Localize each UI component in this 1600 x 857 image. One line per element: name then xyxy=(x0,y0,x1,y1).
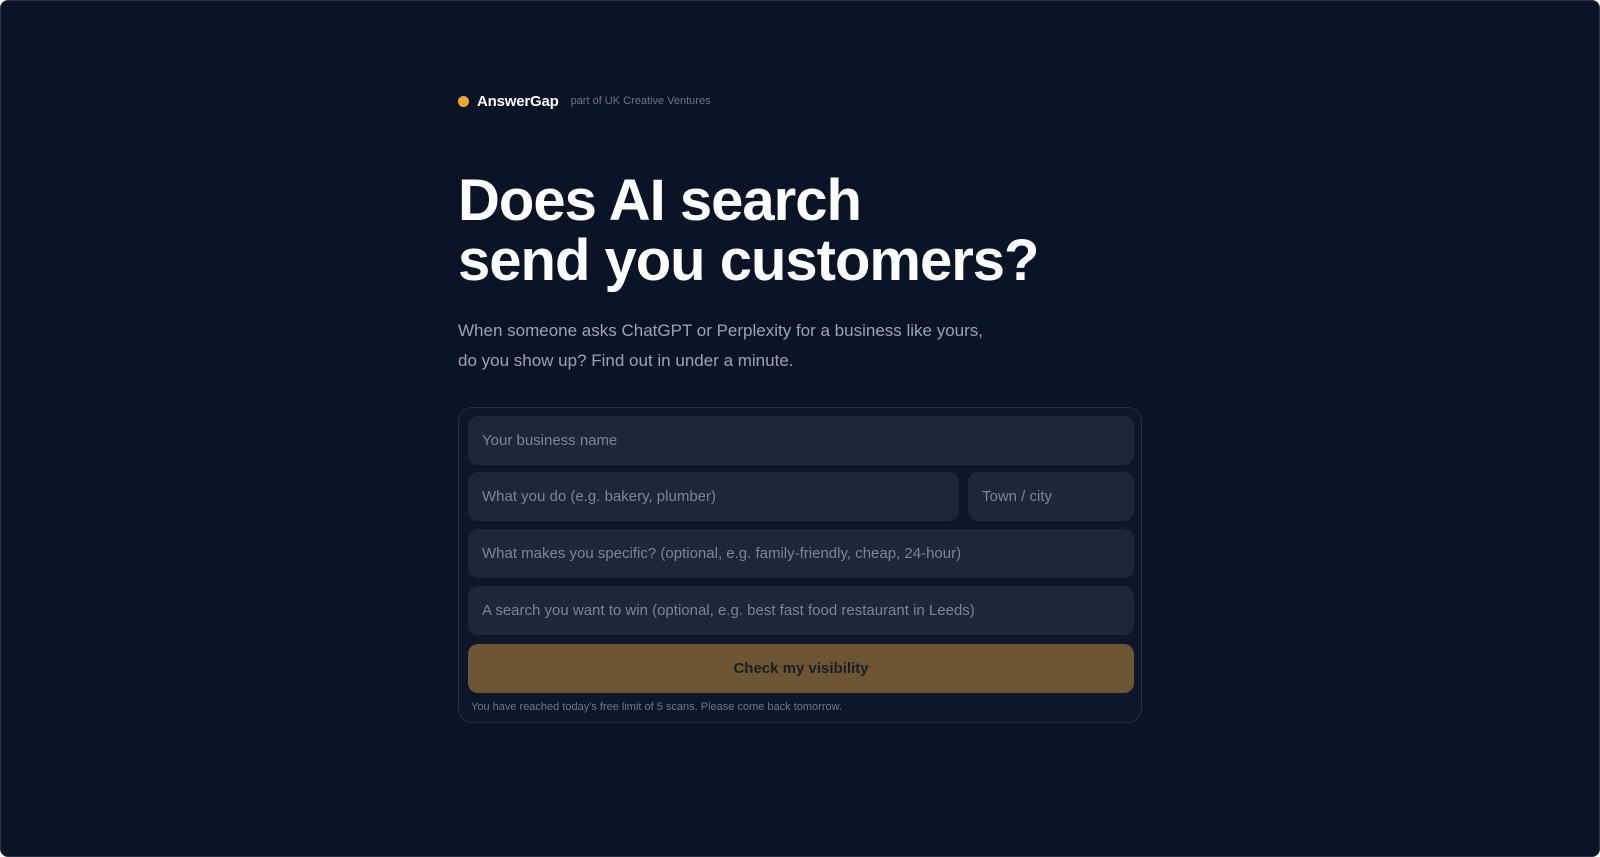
headline-line-1: Does AI search xyxy=(458,168,862,233)
page-headline: Does AI search send you customers? xyxy=(458,171,1158,291)
business-name-input[interactable] xyxy=(468,416,1134,465)
specifics-input[interactable] xyxy=(468,529,1134,578)
business-type-input[interactable] xyxy=(468,472,959,521)
subheading-line-1: When someone asks ChatGPT or Perplexity … xyxy=(458,321,984,340)
scan-limit-message: You have reached today's free limit of 5… xyxy=(471,701,842,713)
page-subheading: When someone asks ChatGPT or Perplexity … xyxy=(458,316,1058,376)
brand-name: AnswerGap xyxy=(477,92,559,110)
visibility-check-form: Check my visibility You have reached tod… xyxy=(458,407,1142,723)
headline-line-2: send you customers? xyxy=(458,228,1039,293)
subheading-line-2: do you show up? Find out in under a minu… xyxy=(458,351,794,370)
target-search-input[interactable] xyxy=(468,586,1134,635)
app-window: AnswerGap part of UK Creative Ventures D… xyxy=(0,0,1600,857)
town-city-input[interactable] xyxy=(968,472,1134,521)
check-visibility-button[interactable]: Check my visibility xyxy=(468,644,1134,693)
brand-logo-dot-icon xyxy=(458,95,469,107)
brand-header: AnswerGap part of UK Creative Ventures xyxy=(458,91,711,111)
brand-tagline: part of UK Creative Ventures xyxy=(570,95,711,107)
